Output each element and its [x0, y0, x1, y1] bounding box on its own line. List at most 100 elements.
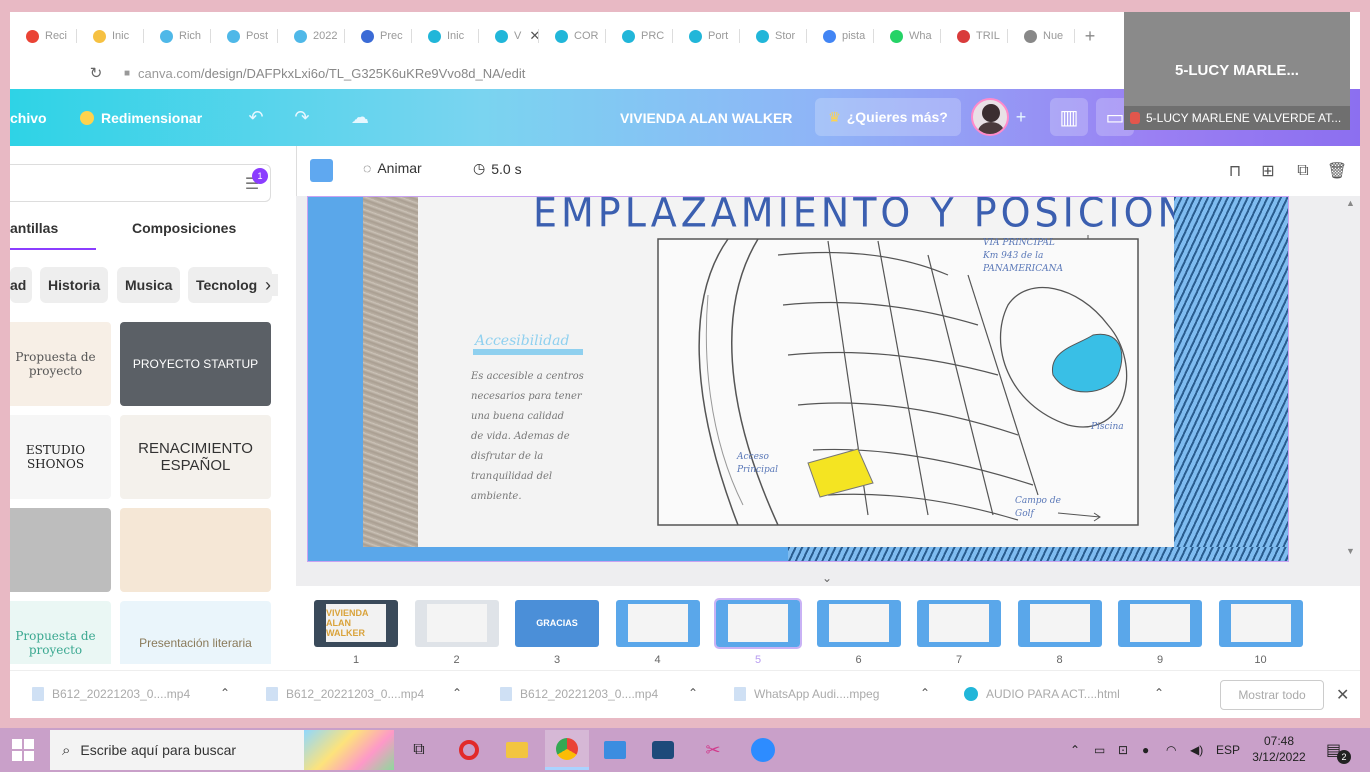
animate-button[interactable]: ◌ Animar	[363, 160, 422, 176]
chip-category[interactable]: ad	[10, 267, 32, 303]
browser-tab[interactable]: Reci	[10, 24, 77, 48]
browser-tab[interactable]: Wha	[874, 24, 941, 48]
download-item[interactable]: B612_20221203_0....mp4	[266, 687, 424, 701]
task-view-icon[interactable]: ⧉	[397, 730, 441, 770]
page-thumbnail[interactable]: GRACIAS	[515, 600, 599, 647]
design-title[interactable]: VIVIENDA ALAN WALKER	[620, 89, 792, 146]
page-thumbnail[interactable]	[1118, 600, 1202, 647]
add-icon[interactable]: +	[1009, 105, 1033, 129]
lock-icon[interactable]: ■	[124, 68, 130, 79]
snipping-tool-icon[interactable]: ✂	[691, 730, 735, 770]
template-thumbnail[interactable]: Propuesta de proyecto	[10, 601, 111, 664]
template-thumbnail[interactable]	[120, 508, 271, 592]
opera-icon[interactable]	[447, 730, 491, 770]
page-thumbnail[interactable]	[816, 600, 901, 647]
page-thumbnail[interactable]	[917, 600, 1001, 647]
browser-tab[interactable]: TRIL	[941, 24, 1008, 48]
page-thumbnail[interactable]	[414, 600, 499, 647]
microphone-icon[interactable]: ●	[1142, 728, 1149, 772]
insights-button[interactable]: ▥	[1050, 98, 1088, 136]
close-icon[interactable]: ✕	[1336, 685, 1349, 705]
file-icon	[500, 687, 512, 701]
chevron-up-icon[interactable]: ⌃	[1154, 686, 1164, 700]
download-item[interactable]: B612_20221203_0....mp4	[32, 687, 190, 701]
cloud-saved-icon[interactable]: ☁	[348, 105, 372, 129]
template-thumbnail[interactable]: Propuesta de proyecto	[10, 322, 111, 406]
browser-tab[interactable]: Rich	[144, 24, 211, 48]
chip-historia[interactable]: Historia	[40, 267, 109, 303]
page-thumbnail[interactable]	[714, 598, 802, 649]
premium-button[interactable]: ♛ ¿Quieres más?	[815, 98, 961, 136]
browser-tab[interactable]: COR	[539, 24, 606, 48]
browser-tab-label: V	[514, 30, 522, 42]
browser-tab[interactable]: PRC	[606, 24, 673, 48]
reload-icon[interactable]: ↻	[88, 65, 104, 82]
lock-icon[interactable]: ⊓	[1224, 160, 1246, 182]
chevron-up-icon[interactable]: ⌃	[452, 686, 462, 700]
show-hidden-icons-icon[interactable]: ⌃	[1070, 728, 1080, 772]
screen-recorder-icon[interactable]	[641, 730, 685, 770]
template-thumbnail[interactable]: PROYECTO STARTUP	[120, 322, 271, 406]
scroll-up-icon[interactable]: ▲	[1346, 198, 1355, 208]
tab-templates[interactable]: antillas	[10, 220, 96, 250]
browser-tab[interactable]: Inic	[77, 24, 144, 48]
page-thumbnail[interactable]	[1017, 600, 1102, 647]
meet-now-icon[interactable]: ⊡	[1118, 728, 1128, 772]
chevron-up-icon[interactable]: ⌃	[920, 686, 930, 700]
chevron-up-icon[interactable]: ⌃	[688, 686, 698, 700]
template-thumbnail[interactable]	[10, 508, 111, 592]
redo-icon[interactable]: ↷	[290, 105, 314, 129]
delete-page-icon[interactable]: 🗑	[1326, 160, 1348, 182]
browser-tab[interactable]: pista	[807, 24, 874, 48]
browser-tab[interactable]: Post	[211, 24, 278, 48]
taskbar-search-input[interactable]: ⌕ Escribe aquí para buscar	[50, 730, 394, 770]
windows-start-icon[interactable]	[12, 739, 36, 761]
wifi-icon[interactable]: ◠	[1166, 728, 1176, 772]
page-thumbnail[interactable]	[1218, 600, 1303, 647]
browser-tab[interactable]: Port	[673, 24, 740, 48]
background-color-swatch[interactable]	[310, 159, 333, 182]
template-thumbnail[interactable]: RENACIMIENTO ESPAÑOL	[120, 415, 271, 499]
resize-button[interactable]: Redimensionar	[80, 89, 202, 146]
file-explorer-icon[interactable]	[495, 730, 539, 770]
language-indicator[interactable]: ESP	[1216, 728, 1240, 772]
page-thumbnail[interactable]: VIVIENDA ALAN WALKER	[314, 600, 398, 647]
photos-icon[interactable]	[593, 730, 637, 770]
chrome-icon[interactable]	[545, 730, 589, 770]
template-thumbnail[interactable]: ESTUDIO SHONOS	[10, 415, 111, 499]
browser-tab[interactable]: Stor	[740, 24, 807, 48]
system-clock[interactable]: 07:48 3/12/2022	[1246, 733, 1312, 765]
chip-musica[interactable]: Musica	[117, 267, 181, 303]
volume-icon[interactable]: ◀)	[1190, 728, 1203, 772]
chevron-up-icon[interactable]: ⌃	[220, 686, 230, 700]
download-item[interactable]: AUDIO PARA ACT....html	[964, 687, 1120, 701]
slide-canvas[interactable]: EMPLAZAMIENTO Y POSICIONAMIENTO Accesibi…	[307, 196, 1289, 562]
browser-tab[interactable]: Inic	[412, 24, 479, 48]
duplicate-page-icon[interactable]: ⧉	[1292, 160, 1314, 182]
show-all-downloads-button[interactable]: Mostrar todo	[1220, 680, 1324, 710]
add-page-icon[interactable]: ⊞	[1257, 160, 1279, 182]
new-tab-icon[interactable]: +	[1075, 24, 1105, 48]
chevron-right-icon[interactable]: ›	[258, 274, 278, 296]
tab-compositions[interactable]: Composiciones	[132, 220, 236, 250]
page-number: 5	[754, 654, 762, 664]
browser-tab[interactable]: 2022	[278, 24, 345, 48]
download-item[interactable]: WhatsApp Audi....mpeg	[734, 687, 879, 701]
template-thumbnail[interactable]: Presentación literaria	[120, 601, 271, 664]
file-menu[interactable]: chivo	[10, 89, 47, 146]
duration-button[interactable]: ◷ 5.0 s	[473, 160, 522, 177]
pages-strip: VIVIENDA ALAN WALKER 1 2 GRACIAS 3 4 5 6 7 8 9 10	[296, 586, 1360, 664]
browser-tab[interactable]: Prec	[345, 24, 412, 48]
scroll-down-icon[interactable]: ▼	[1346, 546, 1355, 556]
template-search-input[interactable]	[10, 164, 271, 202]
chevron-down-icon[interactable]: ⌄	[822, 571, 832, 585]
url-field[interactable]: canva.com/design/DAFPkxLxi6o/TL_G325K6uK…	[138, 66, 525, 81]
avatar[interactable]	[971, 98, 1009, 136]
battery-icon[interactable]: ▭	[1094, 728, 1105, 772]
download-item[interactable]: B612_20221203_0....mp4	[500, 687, 658, 701]
zoom-app-icon[interactable]	[741, 730, 785, 770]
page-thumbnail[interactable]	[615, 600, 700, 647]
browser-tab[interactable]: V ✕	[479, 24, 539, 48]
undo-icon[interactable]: ↶	[244, 105, 268, 129]
browser-tab[interactable]: Nue	[1008, 24, 1075, 48]
